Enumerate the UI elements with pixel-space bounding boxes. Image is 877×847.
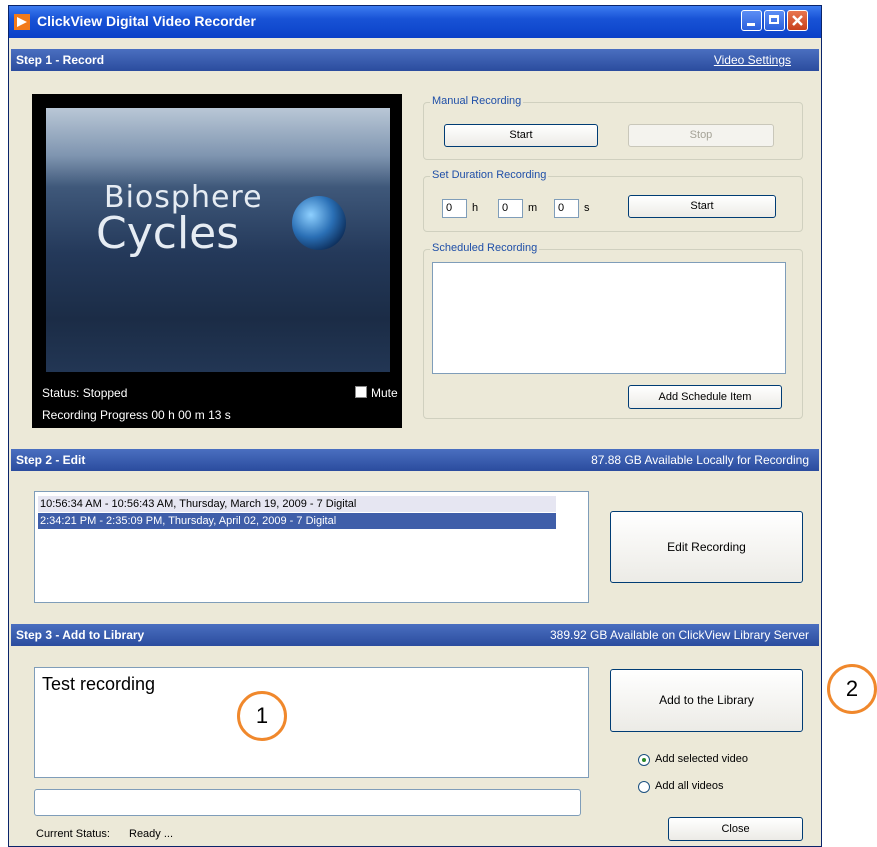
step1-title: Step 1 - Record (16, 53, 105, 67)
app-icon (14, 14, 30, 30)
close-icon (792, 15, 803, 26)
recording-progress: Recording Progress 00 h 00 m 13 s (42, 408, 231, 422)
library-storage-available: 389.92 GB Available on ClickView Library… (549, 628, 809, 642)
close-button[interactable]: Close (668, 817, 803, 841)
list-item[interactable]: 2:34:21 PM - 2:35:09 PM, Thursday, April… (38, 513, 556, 529)
minimize-button[interactable] (741, 10, 762, 31)
current-status-value: Ready ... (129, 828, 174, 840)
minutes-input[interactable]: 0 (498, 199, 523, 218)
callout-1: 1 (237, 691, 287, 741)
maximize-button[interactable] (764, 10, 785, 31)
title-bar[interactable]: ClickView Digital Video Recorder (9, 6, 821, 38)
schedule-list[interactable] (432, 262, 786, 374)
mute-label: Mute (371, 386, 398, 400)
hours-unit: h (472, 202, 479, 214)
list-item[interactable]: 10:56:34 AM - 10:56:43 AM, Thursday, Mar… (38, 496, 556, 512)
manual-recording-group: Manual Recording Start Stop (423, 95, 803, 160)
add-all-label[interactable]: Add all videos (655, 780, 724, 792)
close-window-button[interactable] (787, 10, 808, 31)
duration-start-button[interactable]: Start (628, 195, 776, 218)
current-status-label: Current Status: (36, 828, 110, 840)
video-frame: Biosphere Cycles (46, 108, 390, 372)
globe-image (292, 196, 346, 250)
video-status: Status: Stopped (42, 386, 128, 400)
add-to-library-button[interactable]: Add to the Library (610, 669, 803, 732)
add-selected-label[interactable]: Add selected video (655, 753, 748, 765)
manual-start-button[interactable]: Start (444, 124, 598, 147)
edit-recording-button[interactable]: Edit Recording (610, 511, 803, 583)
add-selected-radio[interactable] (638, 754, 650, 766)
minutes-unit: m (528, 202, 538, 214)
minimize-icon (747, 23, 755, 26)
radio-selected-dot (642, 758, 646, 762)
window-title: ClickView Digital Video Recorder (37, 13, 256, 29)
app-window: ClickView Digital Video Recorder Step 1 … (8, 5, 822, 847)
scheduled-recording-legend: Scheduled Recording (430, 242, 540, 254)
hours-input[interactable]: 0 (442, 199, 467, 218)
video-preview: Biosphere Cycles Status: Stopped Mute Re… (32, 94, 402, 428)
add-all-radio[interactable] (638, 781, 650, 793)
video-title-line2: Cycles (96, 208, 240, 259)
add-schedule-item-button[interactable]: Add Schedule Item (628, 385, 782, 409)
callout-2: 2 (827, 664, 877, 714)
seconds-input[interactable]: 0 (554, 199, 579, 218)
manual-recording-legend: Manual Recording (430, 95, 524, 107)
step3-header: Step 3 - Add to Library 389.92 GB Availa… (11, 624, 819, 646)
duration-recording-legend: Set Duration Recording (430, 169, 549, 181)
step2-header: Step 2 - Edit 87.88 GB Available Locally… (11, 449, 819, 471)
step3-title: Step 3 - Add to Library (16, 628, 145, 642)
recordings-list[interactable]: 10:56:34 AM - 10:56:43 AM, Thursday, Mar… (34, 491, 589, 603)
seconds-unit: s (584, 202, 590, 214)
description-textbox[interactable]: Test recording (34, 667, 589, 778)
video-settings-link[interactable]: Video Settings (714, 53, 791, 67)
step1-header: Step 1 - Record Video Settings (11, 49, 819, 71)
duration-recording-group: Set Duration Recording 0 h 0 m 0 s Start (423, 169, 803, 232)
local-storage-available: 87.88 GB Available Locally for Recording (591, 453, 809, 467)
mute-checkbox[interactable] (355, 386, 367, 398)
manual-stop-button[interactable]: Stop (628, 124, 774, 147)
upload-progress-bar (34, 789, 581, 816)
maximize-icon (769, 15, 779, 24)
step2-title: Step 2 - Edit (16, 453, 86, 467)
scheduled-recording-group: Scheduled Recording Add Schedule Item (423, 242, 803, 419)
